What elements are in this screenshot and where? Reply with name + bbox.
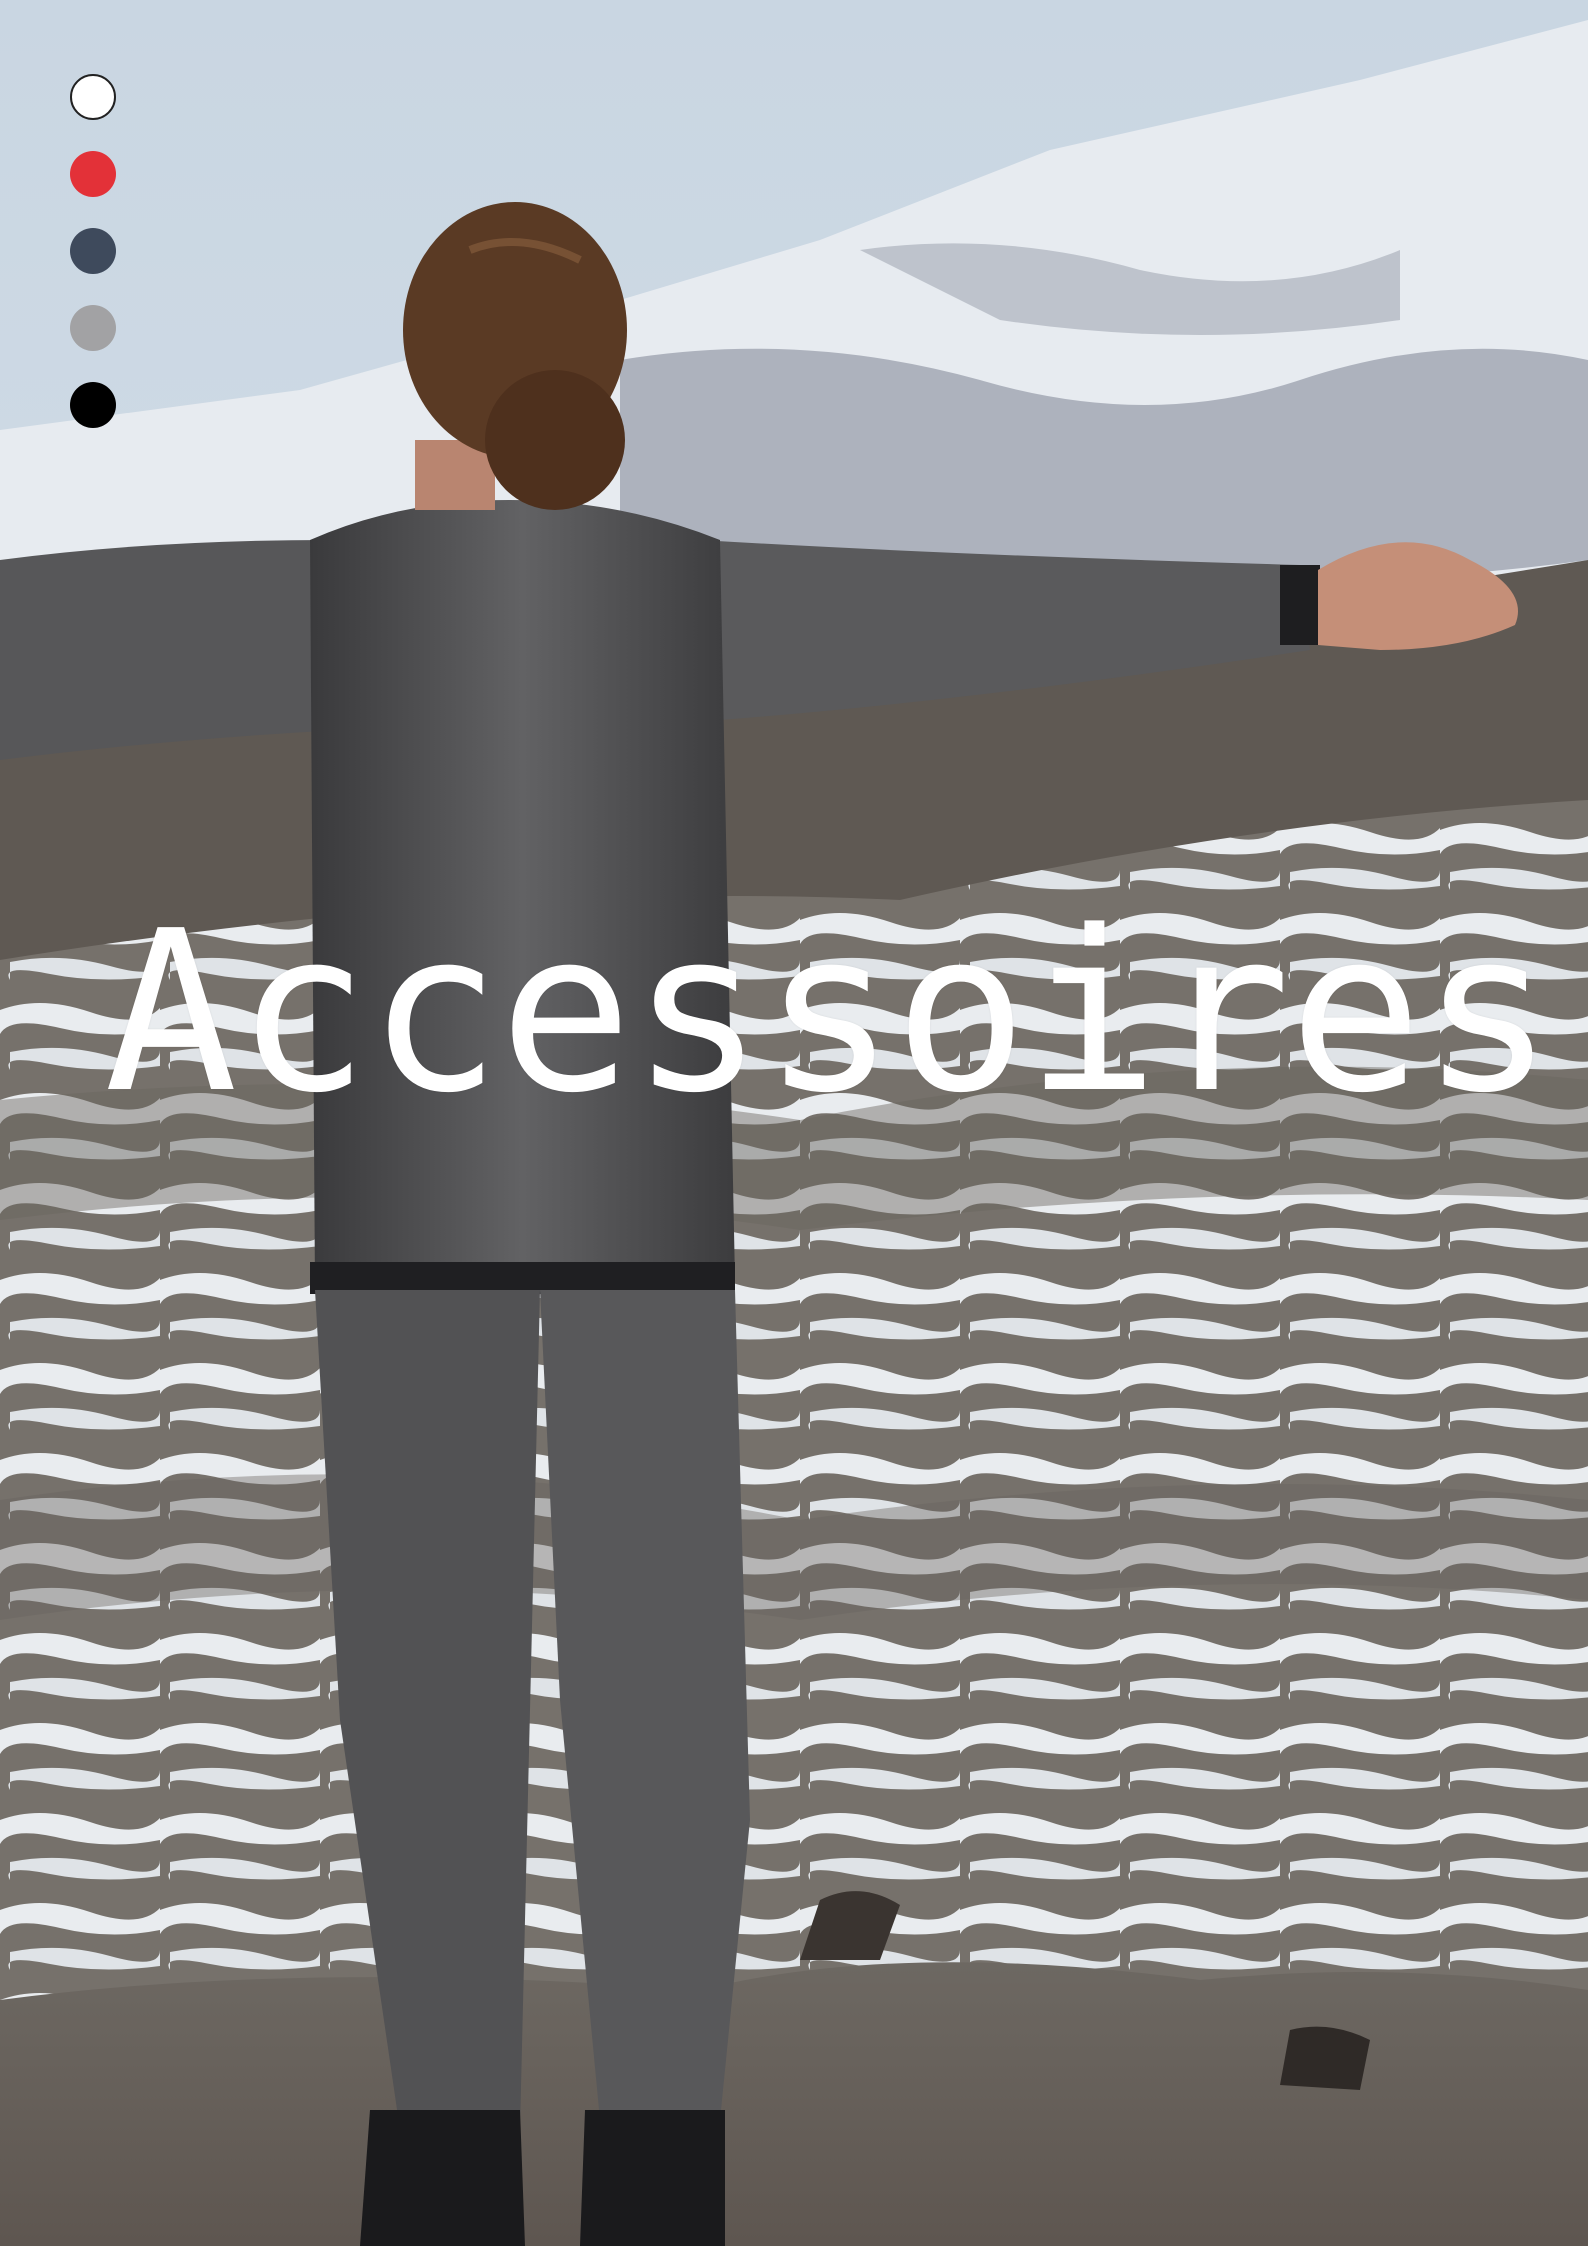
color-swatch-red[interactable] [70,151,116,197]
page-title: Accessoires [104,884,1554,1142]
color-swatch-grey[interactable] [70,305,116,351]
catalog-page: Accessoires [0,0,1588,2246]
color-swatch-black[interactable] [70,382,116,428]
color-swatches [70,74,120,459]
color-swatch-navy[interactable] [70,228,116,274]
color-swatch-white[interactable] [70,74,116,120]
